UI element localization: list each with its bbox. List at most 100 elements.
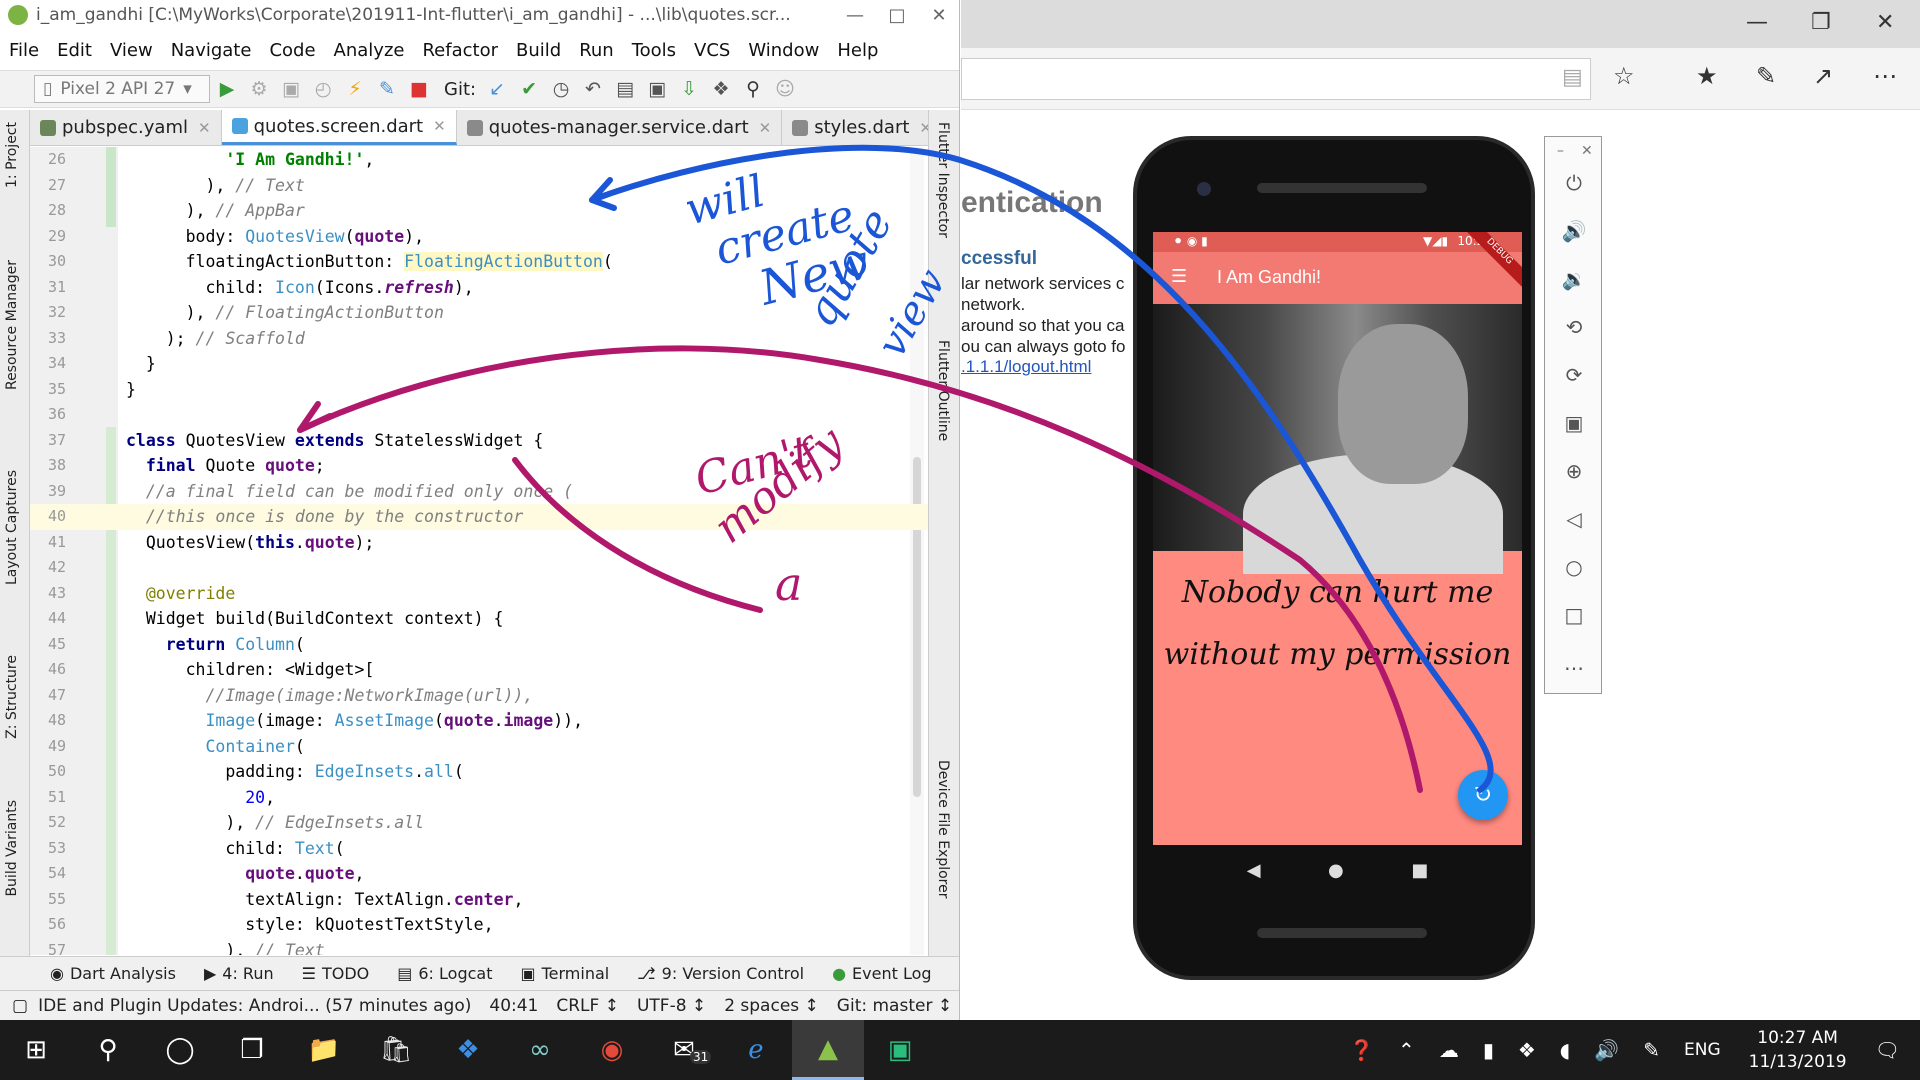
onedrive-icon[interactable]: ☁ bbox=[1427, 1038, 1471, 1062]
restore-button[interactable]: ❐ bbox=[1811, 10, 1831, 35]
tool-layout-captures[interactable]: Layout Captures bbox=[4, 470, 20, 585]
action-center-icon[interactable]: 🗨 bbox=[1863, 1038, 1920, 1062]
file-encoding[interactable]: UTF-8 ↕ bbox=[637, 996, 706, 1016]
menu-file[interactable]: File bbox=[0, 40, 48, 61]
code-line[interactable]: 51 20, bbox=[30, 785, 928, 811]
code-line[interactable]: 50 padding: EdgeInsets.all( bbox=[30, 759, 928, 785]
avd-manager-icon[interactable]: ▣ bbox=[642, 74, 672, 104]
hot-reload-icon[interactable]: ⚡ bbox=[340, 74, 370, 104]
code-line[interactable]: 56 style: kQuotestTextStyle, bbox=[30, 912, 928, 938]
maximize-button[interactable]: □ bbox=[876, 5, 918, 26]
overview-icon[interactable]: □ bbox=[1545, 603, 1603, 627]
close-button[interactable]: ✕ bbox=[1876, 10, 1894, 35]
code-line[interactable]: 29 body: QuotesView(quote), bbox=[30, 224, 928, 250]
code-line[interactable]: 57 ), // Text bbox=[30, 938, 928, 956]
status-message[interactable]: IDE and Plugin Updates: Androi... (57 mi… bbox=[38, 996, 471, 1016]
sdk-manager-icon[interactable]: ⇩ bbox=[674, 74, 704, 104]
chrome-icon[interactable]: ◉ bbox=[576, 1020, 648, 1080]
close-icon[interactable]: ✕ bbox=[759, 119, 772, 137]
tool-dart-analysis[interactable]: ◉ Dart Analysis bbox=[36, 964, 190, 983]
code-line[interactable]: 54 quote.quote, bbox=[30, 861, 928, 887]
dropbox-icon[interactable]: ❖ bbox=[432, 1020, 504, 1080]
minimize-button[interactable]: — bbox=[1746, 10, 1768, 35]
battery-icon[interactable]: ▮ bbox=[1471, 1038, 1506, 1062]
account-icon[interactable]: ☺ bbox=[770, 74, 800, 104]
tool-resource-manager[interactable]: Resource Manager bbox=[4, 260, 20, 390]
code-line[interactable]: 53 child: Text( bbox=[30, 836, 928, 862]
refresh-fab[interactable]: ↻ bbox=[1458, 770, 1508, 820]
code-editor[interactable]: 26 'I Am Gandhi!', 27 ), // Text 28 ), // … bbox=[30, 147, 928, 955]
code-line[interactable]: 35} bbox=[30, 377, 928, 403]
address-bar[interactable]: ▤ bbox=[961, 58, 1591, 100]
close-icon[interactable]: ✕ bbox=[198, 119, 211, 137]
more-icon[interactable]: ⋯ bbox=[1873, 62, 1897, 90]
help-icon[interactable]: ❓ bbox=[1337, 1038, 1386, 1062]
profile-icon[interactable]: ◴ bbox=[308, 74, 338, 104]
camera-icon[interactable]: ▣ bbox=[1545, 411, 1603, 435]
code-line[interactable]: 36 bbox=[30, 402, 928, 428]
git-branch[interactable]: Git: master ↕ bbox=[837, 996, 952, 1016]
code-line[interactable]: 44 Widget build(BuildContext context) { bbox=[30, 606, 928, 632]
menu-window[interactable]: Window bbox=[739, 40, 828, 61]
tool-terminal[interactable]: ▣ Terminal bbox=[506, 964, 623, 983]
more-icon[interactable]: … bbox=[1545, 651, 1603, 675]
tool-version-control[interactable]: ⎇ 9: Version Control bbox=[623, 964, 818, 983]
code-line[interactable]: 39 //a final field can be modified only … bbox=[30, 479, 928, 505]
status-panel-icon[interactable]: ▢ bbox=[12, 996, 28, 1016]
code-line[interactable]: 30 floatingActionButton: FloatingActionB… bbox=[30, 249, 928, 275]
code-line[interactable]: 46 children: <Widget>[ bbox=[30, 657, 928, 683]
menu-navigate[interactable]: Navigate bbox=[162, 40, 261, 61]
code-line[interactable]: 55 textAlign: TextAlign.center, bbox=[30, 887, 928, 913]
code-line[interactable]: 26 'I Am Gandhi!', bbox=[30, 147, 928, 173]
stop-icon[interactable]: ■ bbox=[404, 74, 434, 104]
volume-up-icon[interactable]: 🔊 bbox=[1545, 219, 1603, 243]
rotate-left-icon[interactable]: ⟲ bbox=[1545, 315, 1603, 339]
menu-code[interactable]: Code bbox=[260, 40, 324, 61]
caret-position[interactable]: 40:41 bbox=[489, 996, 538, 1016]
code-line[interactable]: 52 ), // EdgeInsets.all bbox=[30, 810, 928, 836]
apply-changes-icon[interactable]: ✎ bbox=[372, 74, 402, 104]
logout-link[interactable]: .1.1.1/logout.html bbox=[961, 357, 1091, 377]
android-studio-taskbar-icon[interactable]: ▲ bbox=[792, 1020, 864, 1080]
close-icon[interactable]: ✕ bbox=[433, 117, 446, 135]
coverage-icon[interactable]: ▣ bbox=[276, 74, 306, 104]
code-line[interactable]: 40 //this once is done by the constructo… bbox=[30, 504, 928, 530]
mail-icon[interactable]: ✉ 31 bbox=[648, 1020, 720, 1080]
language-indicator[interactable]: ENG bbox=[1672, 1040, 1733, 1060]
notes-pen-icon[interactable]: ✎ bbox=[1756, 62, 1776, 90]
code-line[interactable]: 42 bbox=[30, 555, 928, 581]
git-update-icon[interactable]: ↙ bbox=[482, 74, 512, 104]
line-separator[interactable]: CRLF ↕ bbox=[556, 996, 619, 1016]
code-line[interactable]: 37 class QuotesView extends StatelessWidg… bbox=[30, 428, 928, 454]
code-line[interactable]: 38 final Quote quote; bbox=[30, 453, 928, 479]
run-icon[interactable]: ▶ bbox=[212, 74, 242, 104]
tool-flutter-inspector[interactable]: Flutter Inspector bbox=[935, 122, 951, 238]
code-line[interactable]: 45 return Column( bbox=[30, 632, 928, 658]
code-line[interactable]: 41 QuotesView(this.quote); bbox=[30, 530, 928, 556]
pen-icon[interactable]: ✎ bbox=[1631, 1038, 1672, 1062]
search-icon[interactable]: ⚲ bbox=[738, 74, 768, 104]
minimize-button[interactable]: — bbox=[834, 5, 876, 26]
volume-down-icon[interactable]: 🔉 bbox=[1545, 267, 1603, 291]
menu-view[interactable]: View bbox=[101, 40, 162, 61]
tool-todo[interactable]: ☰ TODO bbox=[288, 964, 384, 983]
close-button[interactable]: ✕ bbox=[918, 5, 959, 26]
favorites-hub-icon[interactable]: ★ bbox=[1696, 62, 1718, 90]
menu-edit[interactable]: Edit bbox=[48, 40, 101, 61]
menu-run[interactable]: Run bbox=[570, 40, 623, 61]
tool-project[interactable]: 1: Project bbox=[4, 122, 20, 188]
edge-icon[interactable]: ℯ bbox=[720, 1020, 792, 1080]
dropbox-tray-icon[interactable]: ❖ bbox=[1506, 1038, 1548, 1062]
code-line[interactable]: 47 //Image(image:NetworkImage(url)), bbox=[30, 683, 928, 709]
home-icon[interactable]: ○ bbox=[1545, 555, 1603, 579]
file-explorer-icon[interactable]: 📁 bbox=[288, 1020, 360, 1080]
clock[interactable]: 10:27 AM 11/13/2019 bbox=[1733, 1026, 1863, 1074]
task-view-icon[interactable]: ❐ bbox=[216, 1020, 288, 1080]
chevron-up-icon[interactable]: ⌃ bbox=[1386, 1038, 1427, 1062]
tab-quotes-screen[interactable]: quotes.screen.dart ✕ bbox=[221, 110, 457, 145]
pycharm-style-icon[interactable]: ▣ bbox=[864, 1020, 936, 1080]
tool-event-log[interactable]: ● Event Log bbox=[818, 964, 945, 983]
tab-quotes-manager[interactable]: quotes-manager.service.dart ✕ bbox=[457, 110, 783, 145]
tool-logcat[interactable]: ▤ 6: Logcat bbox=[383, 964, 506, 983]
code-line[interactable]: 33 ); // Scaffold bbox=[30, 326, 928, 352]
